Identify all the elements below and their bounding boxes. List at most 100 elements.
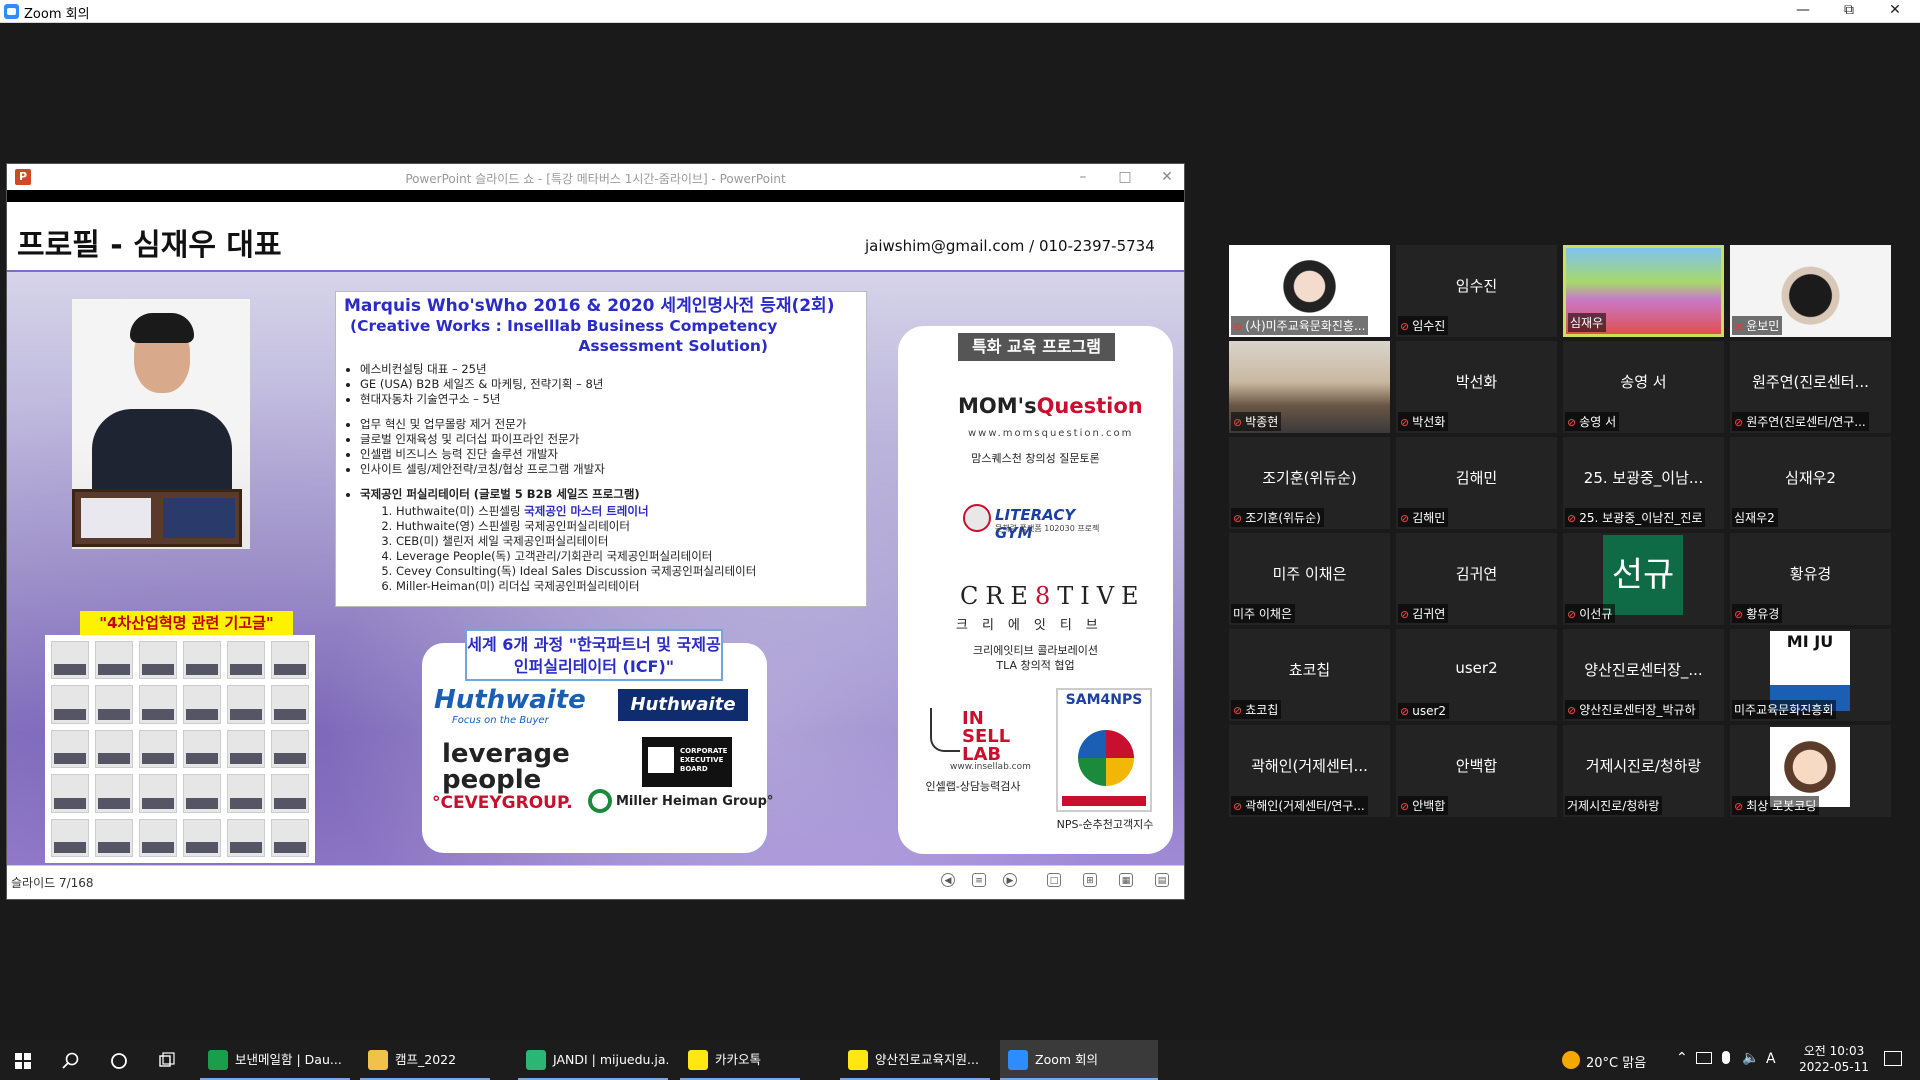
- participant-tile[interactable]: 선규 ⊘ 이선규: [1563, 533, 1724, 625]
- participant-tile[interactable]: 곽해인(거제센터... ⊘ 곽해인(거제센터/연구...: [1229, 725, 1390, 817]
- volume-icon[interactable]: 🔈: [1742, 1050, 1759, 1066]
- ppt-close-button[interactable]: ✕: [1149, 166, 1185, 188]
- taskbar-app[interactable]: 캠프_2022: [360, 1040, 490, 1080]
- close-button[interactable]: ✕: [1872, 0, 1918, 23]
- facilitator-text: Miller-Heiman(미) 리더십 국제공인퍼실리테이터: [396, 579, 640, 593]
- taskbar-app-label: Zoom 회의: [1035, 1052, 1099, 1067]
- participant-label-text: (사)미주교육문화진흥...: [1245, 319, 1366, 333]
- taskbar-app[interactable]: JANDI | mijuedu.ja...: [518, 1040, 668, 1080]
- huthwaite-international-logo: Huthwaite: [618, 689, 748, 721]
- participant-label: ⊘ 김귀연: [1398, 604, 1449, 623]
- ppt-window-title: PowerPoint 슬라이드 쇼 - [특강 메타버스 1시간-줌라이브] -…: [405, 172, 786, 186]
- participant-tile[interactable]: 조기훈(위듀순) ⊘ 조기훈(위듀순): [1229, 437, 1390, 529]
- participant-tile[interactable]: 양산진로센터장_... ⊘ 양산진로센터장_박규하: [1563, 629, 1724, 721]
- profile-text-box: Marquis Who'sWho 2016 & 2020 세계인명사전 등재(2…: [335, 291, 867, 607]
- cre8tive-label-2: TLA 창의적 협업: [996, 659, 1075, 672]
- muted-mic-icon: ⊘: [1400, 416, 1410, 429]
- participant-label-text: 양산진로센터장_박규하: [1579, 703, 1696, 717]
- literacy-gym-logo: LITERACY GYM 문해력 플랫폼 102030 프로젝: [963, 504, 1113, 542]
- participant-tile[interactable]: 황유경 ⊘ 황유경: [1730, 533, 1891, 625]
- muted-mic-icon: ⊘: [1734, 800, 1744, 813]
- taskbar-app[interactable]: 카카오톡: [680, 1040, 800, 1080]
- participant-tile[interactable]: 김귀연 ⊘ 김귀연: [1396, 533, 1557, 625]
- weather-sun-icon[interactable]: [1562, 1051, 1580, 1069]
- article-thumbnail: [139, 641, 177, 680]
- career-item: 현대자동차 기술연구소 – 5년: [360, 392, 858, 407]
- task-view-icon[interactable]: [144, 1040, 190, 1080]
- participant-tile[interactable]: 쵸코칩 ⊘ 쵸코칩: [1229, 629, 1390, 721]
- search-icon[interactable]: [48, 1040, 94, 1080]
- participant-tile[interactable]: 김해민 ⊘ 김해민: [1396, 437, 1557, 529]
- participant-tile[interactable]: ⊘ 윤보민: [1730, 245, 1891, 337]
- participant-label-text: 거제시진로/청하랑: [1567, 799, 1660, 813]
- shared-screen-powerpoint[interactable]: P PowerPoint 슬라이드 쇼 - [특강 메타버스 1시간-줌라이브]…: [6, 163, 1185, 900]
- slide: 프로필 - 심재우 대표 jaiwshim@gmail.com / 010-23…: [7, 202, 1184, 865]
- muted-mic-icon: ⊘: [1400, 705, 1410, 718]
- participant-avatar: MI JU: [1770, 631, 1850, 711]
- article-thumbnail: [95, 641, 133, 680]
- article-banner: "4차산업혁명 관련 기고글": [80, 611, 293, 635]
- icf-partner-box: 세계 6개 과정 "한국파트너 및 국제공인퍼실리테이터 (ICF)" Huth…: [422, 629, 773, 853]
- prev-slide-icon[interactable]: ◀: [941, 873, 955, 887]
- taskbar-app-label: 캠프_2022: [395, 1052, 457, 1067]
- insell-lab-logo: IN SELL LAB www.insellab.com: [920, 704, 1031, 774]
- ime-indicator[interactable]: A: [1766, 1051, 1776, 1067]
- normal-view-icon[interactable]: □: [1047, 873, 1061, 887]
- minimize-button[interactable]: —: [1780, 0, 1826, 23]
- participant-tile[interactable]: 심재우: [1563, 245, 1724, 337]
- slide-sorter-icon[interactable]: ⊞: [1083, 873, 1097, 887]
- participant-tile[interactable]: 심재우2 심재우2: [1730, 437, 1891, 529]
- sam4nps-text: SAM4NPS: [1065, 692, 1143, 708]
- cortana-icon[interactable]: [96, 1040, 142, 1080]
- muted-mic-icon: ⊘: [1734, 608, 1744, 621]
- taskbar-app[interactable]: 보낸메일함 | Dau...: [200, 1040, 350, 1080]
- facilitator-item: Miller-Heiman(미) 리더십 국제공인퍼실리테이터: [396, 579, 858, 594]
- taskbar-app[interactable]: Zoom 회의: [1000, 1040, 1158, 1080]
- participant-tile[interactable]: 미주 이채은 미주 이채은: [1229, 533, 1390, 625]
- muted-mic-icon: ⊘: [1734, 416, 1744, 429]
- slide-menu-icon[interactable]: ≡: [972, 873, 986, 887]
- program-title: 특화 교육 프로그램: [958, 333, 1115, 361]
- icf-title: 세계 6개 과정 "한국파트너 및 국제공인퍼실리테이터 (ICF)": [465, 629, 723, 681]
- taskbar-app[interactable]: 양산진로교육지원...: [840, 1040, 990, 1080]
- tray-chevron-up-icon[interactable]: ⌃: [1676, 1050, 1688, 1066]
- cre8tive-logo-c: TIVE: [1057, 582, 1146, 610]
- tray-clock[interactable]: 오전 10:03 2022-05-11: [1794, 1043, 1874, 1075]
- weather-text[interactable]: 20°C 맑음: [1586, 1052, 1646, 1071]
- participant-tile[interactable]: ⊘ 박종현: [1229, 341, 1390, 433]
- participant-label: 미주교육문화진흥회: [1732, 700, 1837, 719]
- restore-button[interactable]: ⧉: [1826, 0, 1872, 23]
- participant-tile[interactable]: 원주연(진로센터... ⊘ 원주연(진로센터/연구...: [1730, 341, 1891, 433]
- microphone-icon[interactable]: [1722, 1051, 1730, 1064]
- participant-tile[interactable]: 임수진 ⊘ 임수진: [1396, 245, 1557, 337]
- article-thumbnail: [139, 685, 177, 724]
- participant-tile[interactable]: 25. 보광중_이남... ⊘ 25. 보광중_이남진_진로: [1563, 437, 1724, 529]
- ppt-restore-button[interactable]: □: [1107, 166, 1143, 188]
- participant-tile[interactable]: user2 ⊘ user2: [1396, 629, 1557, 721]
- participant-name: 원주연(진로센터...: [1752, 373, 1869, 391]
- next-slide-icon[interactable]: ▶: [1003, 873, 1017, 887]
- slideshow-icon[interactable]: ▤: [1155, 873, 1169, 887]
- participant-tile[interactable]: 안백합 ⊘ 안백합: [1396, 725, 1557, 817]
- network-icon[interactable]: [1696, 1052, 1712, 1064]
- participant-label: ⊘ 임수진: [1398, 316, 1449, 335]
- start-windows-icon[interactable]: [0, 1040, 46, 1080]
- article-thumbnail: [51, 729, 89, 769]
- reading-view-icon[interactable]: ▦: [1119, 873, 1133, 887]
- facilitator-item: Huthwaite(영) 스핀셀링 국제공인퍼실리테이터: [396, 519, 858, 534]
- muted-mic-icon: ⊘: [1233, 320, 1243, 333]
- participant-tile[interactable]: 박선화 ⊘ 박선화: [1396, 341, 1557, 433]
- participant-label: ⊘ 박선화: [1398, 412, 1449, 431]
- participant-label: 미주 이채은: [1231, 604, 1296, 623]
- participant-name: 김귀연: [1455, 565, 1498, 583]
- participant-tile[interactable]: 거제시진로/청하랑 거제시진로/청하랑: [1563, 725, 1724, 817]
- participant-label-text: 곽해인(거제센터/연구...: [1245, 799, 1365, 813]
- ppt-minimize-button[interactable]: –: [1065, 166, 1101, 188]
- notification-icon[interactable]: [1884, 1051, 1902, 1066]
- participant-tile[interactable]: ⊘ 최상 로봇코딩: [1730, 725, 1891, 817]
- sam4nps-bar: [1062, 796, 1146, 806]
- participant-tile[interactable]: ⊘ (사)미주교육문화진흥...: [1229, 245, 1390, 337]
- career-item: 에스비컨설팅 대표 – 25년: [360, 362, 858, 377]
- participant-tile[interactable]: 송영 서 ⊘ 송영 서: [1563, 341, 1724, 433]
- participant-tile[interactable]: MI JU 미주교육문화진흥회: [1730, 629, 1891, 721]
